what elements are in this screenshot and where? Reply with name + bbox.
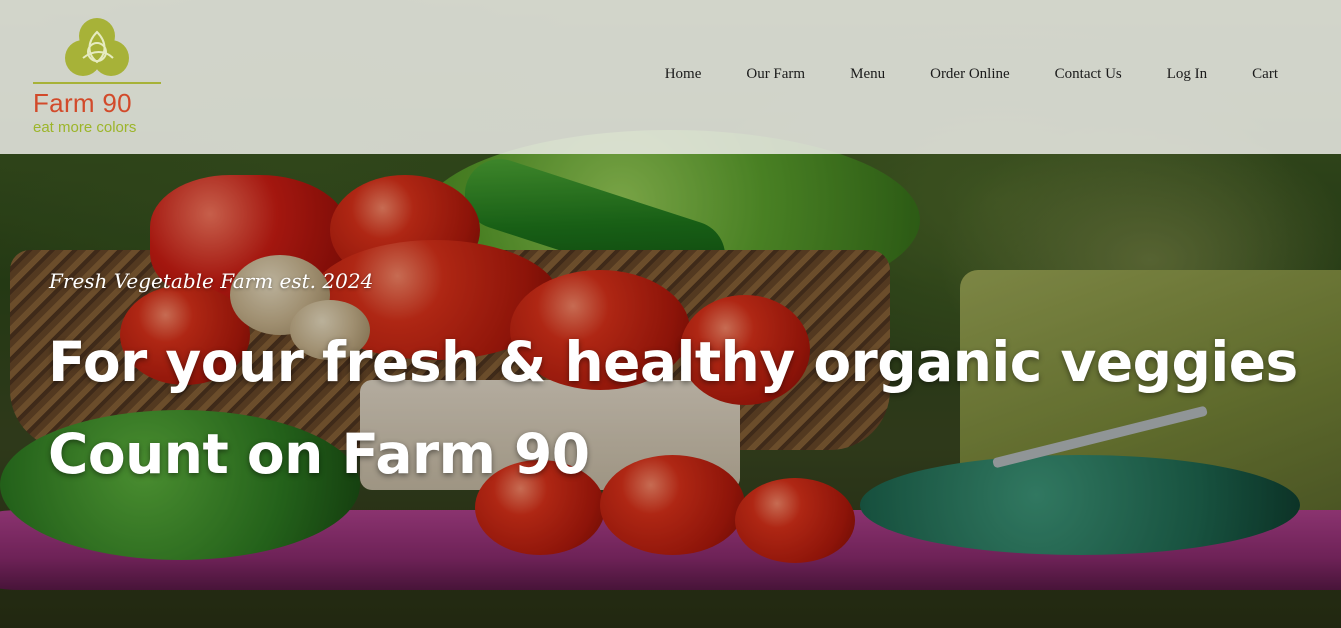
nav-cart[interactable]: Cart (1252, 66, 1278, 83)
logo-divider (33, 82, 161, 84)
brand-tagline: eat more colors (33, 119, 137, 136)
nav-menu[interactable]: Menu (850, 66, 885, 83)
nav-log-in[interactable]: Log In (1167, 66, 1207, 83)
hero-subtitle: Fresh Vegetable Farm est. 2024 (49, 269, 374, 293)
nav-order-online[interactable]: Order Online (930, 66, 1010, 83)
nav-our-farm[interactable]: Our Farm (746, 66, 805, 83)
nav-contact-us[interactable]: Contact Us (1055, 66, 1122, 83)
logo-mark-icon (65, 18, 129, 78)
hero-headline-line-2: Count on Farm 90 (48, 422, 590, 486)
site-header: Farm 90 eat more colors Home Our Farm Me… (0, 0, 1341, 154)
brand-logo[interactable]: Farm 90 eat more colors (33, 18, 163, 138)
main-navigation: Home Our Farm Menu Order Online Contact … (665, 66, 1278, 83)
hero-headline-line-1: For your fresh & healthy organic veggies (48, 330, 1298, 394)
nav-home[interactable]: Home (665, 66, 702, 83)
brand-name: Farm 90 (33, 88, 132, 118)
